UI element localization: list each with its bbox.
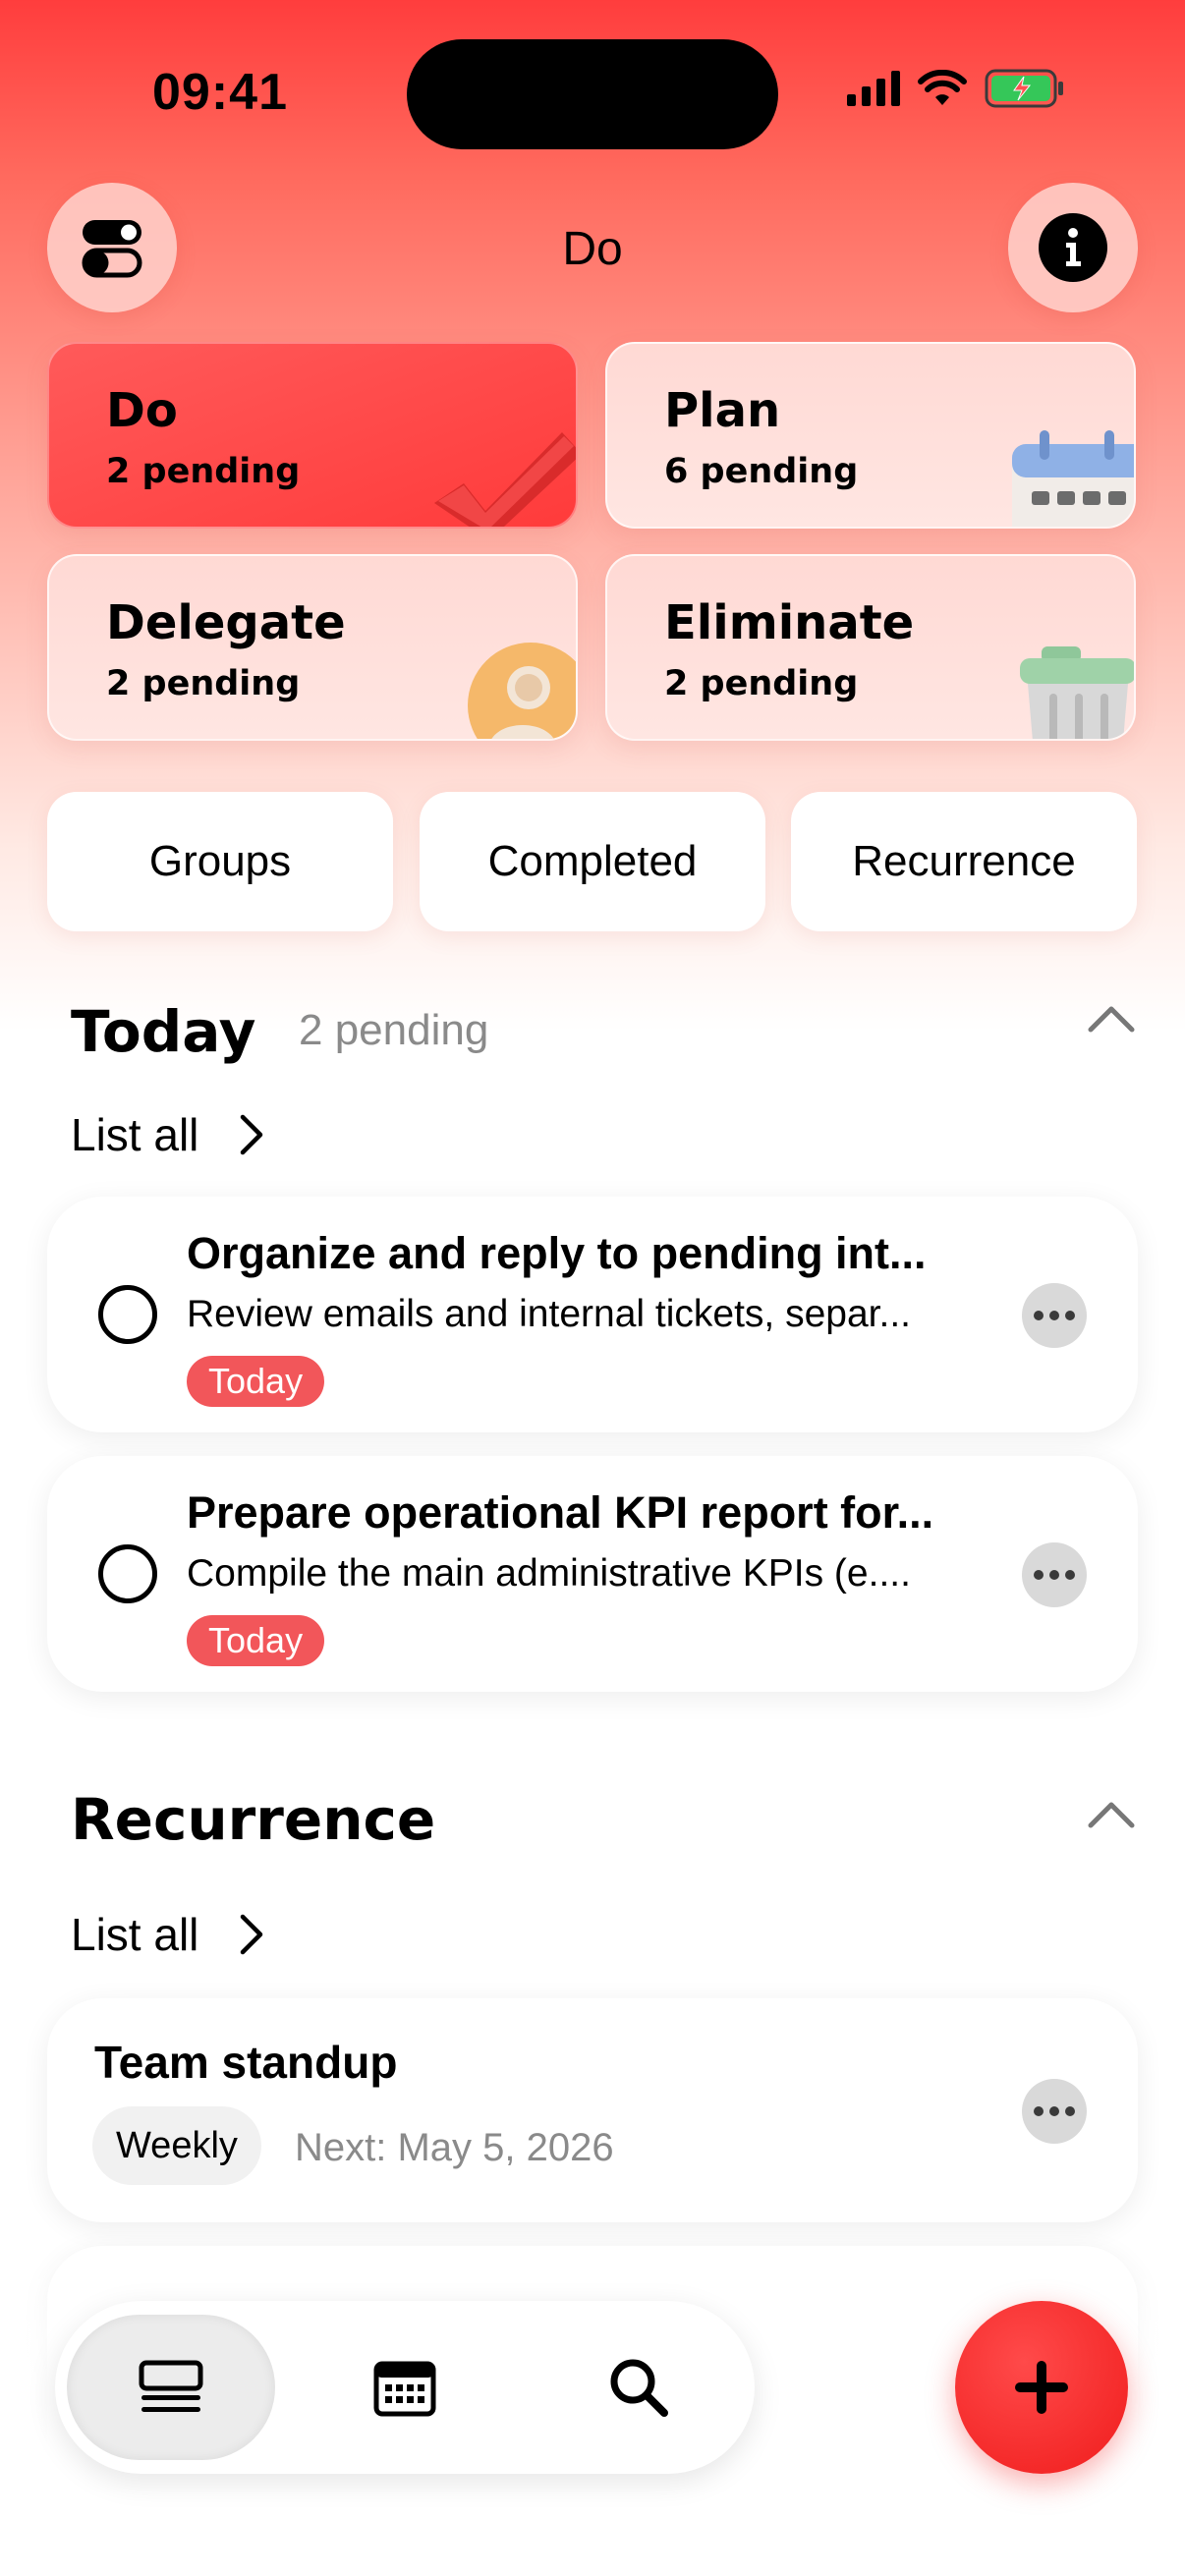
chevron-right-icon [241,1914,263,1955]
info-button[interactable] [1008,183,1138,312]
task-more-button[interactable] [1022,1542,1087,1607]
today-section-title: Today [71,998,256,1065]
recurrence-section-title: Recurrence [71,1786,436,1853]
recurrence-list-all-link[interactable]: List all [71,1908,265,1961]
collapse-chevron-icon[interactable] [1087,1004,1136,1034]
recurrence-button[interactable]: Recurrence [791,792,1137,931]
completed-button[interactable]: Completed [420,792,765,931]
quadrant-title: Delegate [106,595,346,650]
battery-icon [985,69,1065,108]
recurrence-card[interactable]: Team standup Weekly Next: May 5, 2026 [47,1998,1138,2222]
task-more-button[interactable] [1022,1283,1087,1348]
more-dots-icon [1034,1311,1044,1320]
task-title: Organize and reply to pending int... [187,1228,927,1278]
more-dots-icon [1034,2106,1044,2116]
dynamic-island [407,39,778,149]
quadrant-eliminate-card[interactable]: Eliminate 2 pending [605,554,1136,741]
info-icon [1039,213,1107,282]
calendar-icon [1012,430,1134,527]
quadrant-do-card[interactable]: Do 2 pending [47,342,578,529]
plus-icon [1015,2361,1068,2414]
quadrant-title: Plan [664,383,781,438]
trash-icon [1020,646,1134,739]
task-card[interactable]: Organize and reply to pending int... Rev… [47,1197,1138,1432]
quadrant-count: 6 pending [664,452,859,491]
status-icons [847,69,1065,108]
task-description: Compile the main administrative KPIs (e.… [187,1552,911,1595]
list-icon [139,2360,203,2412]
wifi-icon [918,70,967,107]
chevron-right-icon [241,1114,263,1155]
list-all-label: List all [71,1109,199,1160]
quadrant-count: 2 pending [664,664,859,703]
quadrant-plan-card[interactable]: Plan 6 pending [605,342,1136,529]
cellular-signal-icon [847,71,900,106]
more-dots-icon [1034,1570,1044,1580]
task-card[interactable]: Prepare operational KPI report for... Co… [47,1456,1138,1692]
quadrant-count: 2 pending [106,452,301,491]
task-description: Review emails and internal tickets, sepa… [187,1293,912,1335]
next-occurrence: Next: May 5, 2026 [295,2126,614,2169]
tab-calendar[interactable] [301,2315,509,2460]
frequency-badge: Weekly [92,2106,261,2185]
tab-search[interactable] [535,2315,743,2460]
quadrant-title: Eliminate [664,595,915,650]
today-list-all-link[interactable]: List all [71,1108,265,1161]
complete-checkbox[interactable] [98,1544,157,1603]
today-pending-count: 2 pending [299,1006,489,1054]
complete-checkbox[interactable] [98,1285,157,1344]
quadrant-count: 2 pending [106,664,301,703]
bottom-tab-bar [55,2301,755,2474]
due-tag: Today [187,1615,325,1666]
add-task-button[interactable] [955,2301,1128,2474]
quadrant-delegate-card[interactable]: Delegate 2 pending [47,554,578,741]
due-tag: Today [187,1356,325,1407]
recurrence-more-button[interactable] [1022,2079,1087,2144]
groups-button[interactable]: Groups [47,792,393,931]
list-all-label: List all [71,1909,199,1960]
search-icon [610,2359,668,2417]
recurrence-title: Team standup [94,2037,398,2088]
collapse-chevron-icon[interactable] [1087,1800,1136,1829]
tab-list[interactable] [67,2315,275,2460]
task-title: Prepare operational KPI report for... [187,1487,934,1538]
person-icon [468,643,576,739]
calendar-icon [373,2361,436,2417]
quadrant-title: Do [106,383,178,438]
checkmark-icon [434,432,576,527]
status-time: 09:41 [152,64,288,121]
